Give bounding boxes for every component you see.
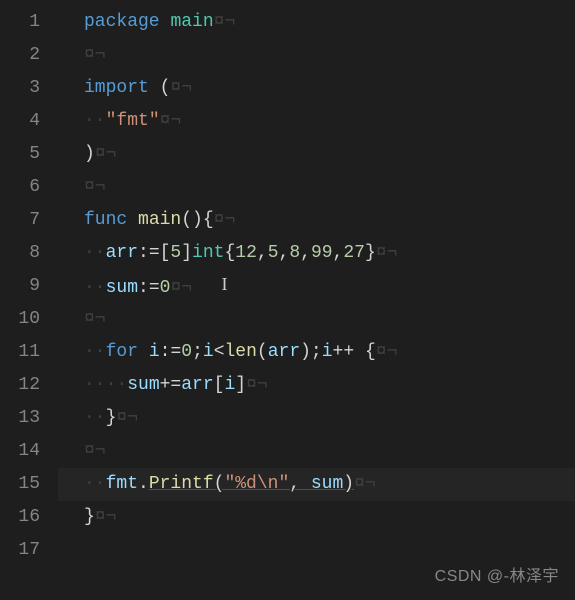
code-line[interactable]: package main¤¬	[84, 6, 575, 39]
code-line[interactable]: )¤¬	[84, 138, 575, 171]
watermark-text: CSDN @-林泽宇	[435, 562, 559, 586]
code-line[interactable]: func main(){¤¬	[84, 204, 575, 237]
code-area[interactable]: package main¤¬ ¤¬ import (¤¬ ··"fmt"¤¬ )…	[58, 0, 575, 600]
code-line[interactable]: ¤¬	[84, 435, 575, 468]
line-number: 4	[0, 105, 40, 138]
line-number: 8	[0, 237, 40, 270]
line-number: 13	[0, 402, 40, 435]
line-number: 12	[0, 369, 40, 402]
line-number: 14	[0, 435, 40, 468]
line-number: 15	[0, 468, 40, 501]
line-number: 17	[0, 534, 40, 567]
code-line[interactable]: ··}¤¬	[84, 402, 575, 435]
line-number: 1	[0, 6, 40, 39]
line-number: 5	[0, 138, 40, 171]
line-number-gutter: 1 2 3 4 5 6 7 8 9 10 11 12 13 14 15 16 1…	[0, 0, 58, 600]
code-line[interactable]: ··sum:=0¤¬	[84, 270, 575, 303]
code-line[interactable]: ··fmt.Printf("%d\n", sum)¤¬	[84, 468, 575, 501]
line-number: 3	[0, 72, 40, 105]
code-line[interactable]: ··arr:=[5]int{12,5,8,99,27}¤¬	[84, 237, 575, 270]
line-number: 6	[0, 171, 40, 204]
line-number: 10	[0, 303, 40, 336]
line-number: 7	[0, 204, 40, 237]
code-line[interactable]: ¤¬	[84, 171, 575, 204]
code-line[interactable]: ¤¬	[84, 303, 575, 336]
text-cursor-icon	[224, 270, 225, 292]
code-line[interactable]: ··for i:=0;i<len(arr);i++ {¤¬	[84, 336, 575, 369]
code-line[interactable]: import (¤¬	[84, 72, 575, 105]
line-number: 11	[0, 336, 40, 369]
code-line[interactable]: }¤¬	[84, 501, 575, 534]
code-line[interactable]: ····sum+=arr[i]¤¬	[84, 369, 575, 402]
code-line[interactable]: ¤¬	[84, 39, 575, 72]
line-number: 2	[0, 39, 40, 72]
code-line[interactable]: ··"fmt"¤¬	[84, 105, 575, 138]
code-editor[interactable]: 1 2 3 4 5 6 7 8 9 10 11 12 13 14 15 16 1…	[0, 0, 575, 600]
line-number: 9	[0, 270, 40, 303]
line-number: 16	[0, 501, 40, 534]
